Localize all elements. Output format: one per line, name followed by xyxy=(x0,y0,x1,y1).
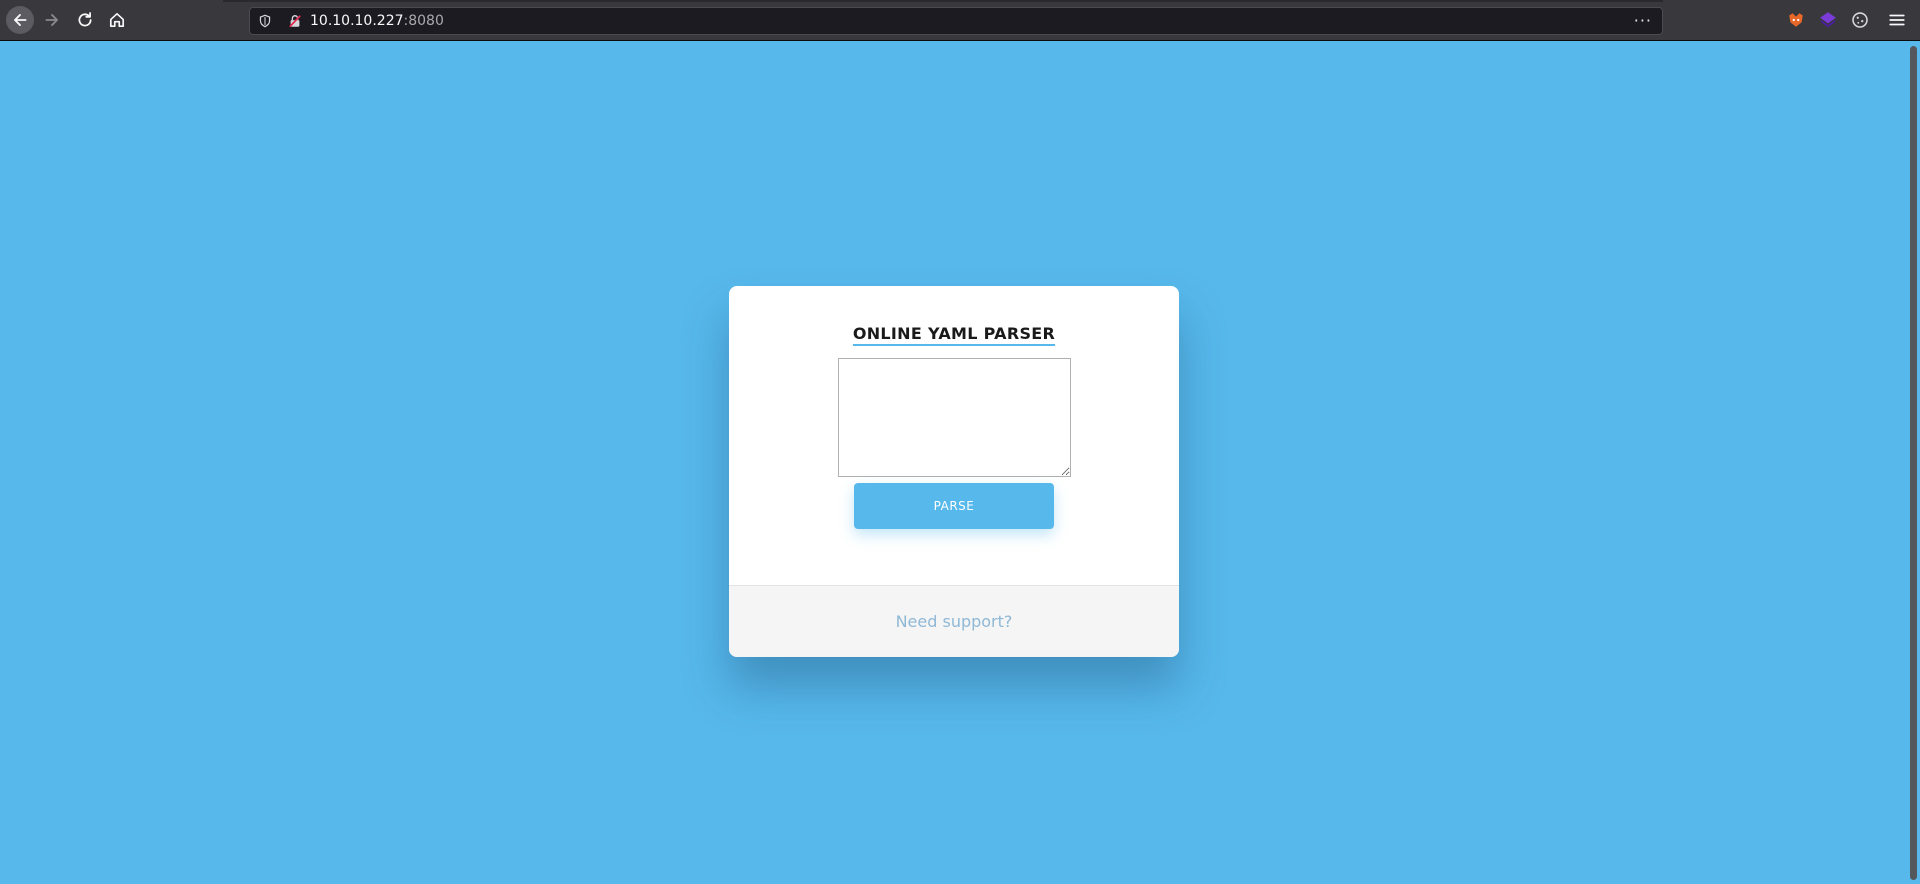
url-port: :8080 xyxy=(403,13,444,29)
tab-strip xyxy=(223,0,1663,2)
parser-card: ONLINE YAML PARSER PARSE Need support? xyxy=(729,286,1179,657)
reload-button[interactable] xyxy=(71,6,99,34)
hamburger-menu-icon[interactable] xyxy=(1888,11,1906,29)
foxyproxy-icon[interactable] xyxy=(1787,11,1805,29)
wappalyzer-icon[interactable] xyxy=(1819,11,1837,29)
parse-button[interactable]: PARSE xyxy=(854,483,1054,529)
home-icon xyxy=(109,12,125,28)
url-host: 10.10.10.227 xyxy=(310,13,404,29)
url-text[interactable]: 10.10.10.227:8080 xyxy=(310,13,444,29)
back-arrow-icon xyxy=(14,14,27,26)
forward-arrow-icon xyxy=(45,14,58,26)
reload-icon xyxy=(78,12,92,27)
cookie-icon[interactable] xyxy=(1851,11,1869,29)
page-scrollbar[interactable] xyxy=(1906,42,1920,884)
more-options-icon[interactable]: ··· xyxy=(1634,11,1652,30)
scrollbar-thumb[interactable] xyxy=(1910,46,1917,880)
back-button[interactable] xyxy=(6,6,34,34)
yaml-input[interactable] xyxy=(838,358,1071,477)
support-link[interactable]: Need support? xyxy=(896,612,1013,631)
page-title-text: ONLINE YAML PARSER xyxy=(852,324,1056,346)
home-button[interactable] xyxy=(103,6,131,34)
shield-icon[interactable] xyxy=(258,14,272,28)
url-bar[interactable]: 10.10.10.227:8080 ··· xyxy=(249,7,1663,35)
insecure-lock-icon[interactable] xyxy=(288,14,302,28)
card-footer: Need support? xyxy=(729,585,1179,657)
page-title: ONLINE YAML PARSER xyxy=(729,324,1179,346)
browser-toolbar: 10.10.10.227:8080 ··· xyxy=(0,0,1920,41)
forward-button[interactable] xyxy=(38,6,66,34)
